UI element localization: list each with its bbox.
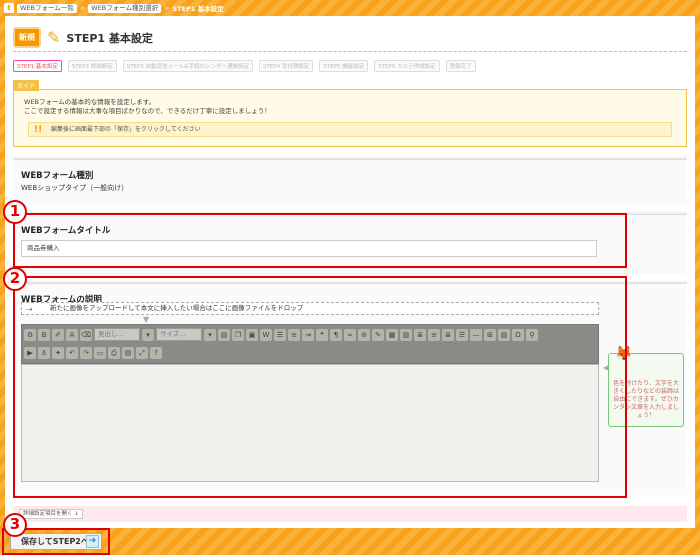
page-header: 新規 ✎ STEP1 基本設定 (13, 24, 687, 52)
guide-line-2: ここで設定する情報は大事な項目ばかりなので、できるだけ丁寧に設定しましょう！ (24, 107, 271, 115)
form-type-section: WEBフォーム種別 WEBショップタイプ（一般向け） (13, 157, 687, 205)
pencil-icon: ✎ (47, 28, 61, 47)
annotation-marker-2: 2 (3, 267, 27, 291)
step-3: STEP3 自動返信メール&手続のレンダー通帳設定 (122, 60, 253, 72)
guide-note-text: 編集後に画面最下部の「保存」をクリックしてください (51, 126, 201, 133)
breadcrumb-link-list[interactable]: WEBフォーム一覧 (17, 3, 77, 13)
highlight-box-description (13, 276, 627, 498)
home-icon[interactable]: t (4, 3, 14, 13)
breadcrumb-separator: > (79, 4, 86, 12)
step-4: STEP4 受付期設定 (258, 60, 314, 72)
exclamation-icon: !! (34, 125, 43, 135)
open-detail-button[interactable]: 詳細設定項目を開く ↓ (19, 509, 83, 519)
guide-text: WEBフォームの基本的な情報を設定します。 ここで設定する情報は大事な項目ばかり… (24, 98, 271, 116)
annotation-marker-1: 1 (3, 200, 27, 224)
step-progress: STEP1 基本設定 STEP2 詳細設定 STEP3 自動返信メール&手続のレ… (13, 60, 476, 72)
breadcrumb-separator: > (164, 4, 170, 12)
detail-settings-bar: 詳細設定項目を開く ↓ (13, 506, 687, 522)
new-badge: 新規 (13, 27, 41, 48)
step-1: STEP1 基本設定 (13, 60, 62, 72)
breadcrumb: t WEBフォーム一覧 > WEBフォーム種別選択 > STEP1 基本設定 (4, 2, 224, 14)
guide-box: ガイド WEBフォームの基本的な情報を設定します。 ここで設定する情報は大事な項… (13, 80, 687, 147)
guide-tag: ガイド (13, 80, 40, 91)
form-type-value: WEBショップタイプ（一般向け） (21, 184, 129, 192)
step-5: STEP5 機能設定 (319, 60, 369, 72)
step-6: STEP6 カルテ作成設定 (374, 60, 440, 72)
highlight-box-title (13, 213, 627, 268)
page-title: STEP1 基本設定 (66, 31, 153, 45)
annotation-marker-3: 3 (3, 513, 27, 537)
guide-note: !! 編集後に画面最下部の「保存」をクリックしてください (28, 122, 672, 137)
breadcrumb-link-type[interactable]: WEBフォーム種別選択 (88, 3, 162, 13)
guide-line-1: WEBフォームの基本的な情報を設定します。 (24, 98, 156, 106)
form-type-label: WEBフォーム種別 (21, 171, 94, 181)
step-complete: 登録完了 (445, 60, 476, 72)
breadcrumb-current: STEP1 基本設定 (172, 5, 224, 13)
step-2: STEP2 詳細設定 (67, 60, 117, 72)
